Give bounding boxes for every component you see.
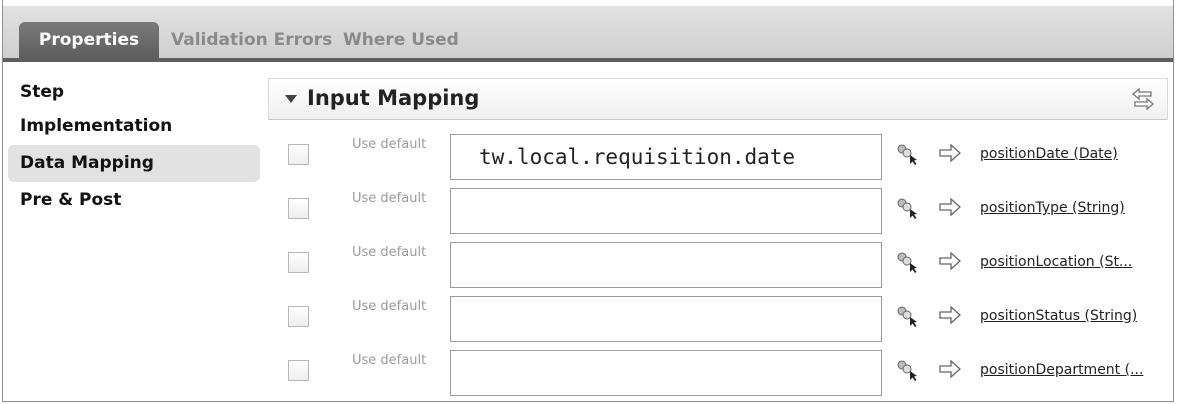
use-default-label: Use default	[352, 137, 427, 152]
chevron-down-icon[interactable]	[285, 95, 297, 103]
use-default-label: Use default	[352, 191, 427, 206]
mapping-row: Use default positionStatus (String)	[268, 296, 1168, 350]
mapping-row: Use default positionLocation (St...	[268, 242, 1168, 296]
tab-bar-highlight	[3, 0, 1173, 6]
input-mapping-header[interactable]: Input Mapping	[268, 78, 1168, 120]
arrow-right-icon	[939, 197, 961, 217]
target-variable-link[interactable]: positionDepartment (...	[980, 362, 1143, 378]
expression-input[interactable]: tw.local.requisition.date	[450, 134, 882, 180]
expression-input[interactable]	[450, 350, 882, 396]
expression-input[interactable]	[450, 188, 882, 234]
variable-picker-icon[interactable]	[894, 304, 920, 328]
target-variable-link[interactable]: positionLocation (St...	[980, 254, 1132, 270]
arrow-right-icon	[939, 359, 961, 379]
expression-input[interactable]	[450, 296, 882, 342]
variable-picker-icon[interactable]	[894, 142, 920, 166]
arrow-right-icon	[939, 305, 961, 325]
sidebar-item-pre-post[interactable]: Pre & Post	[8, 182, 260, 219]
use-default-checkbox[interactable]	[288, 252, 309, 273]
variable-picker-icon[interactable]	[894, 196, 920, 220]
sidebar-item-data-mapping[interactable]: Data Mapping	[8, 145, 260, 182]
target-variable-link[interactable]: positionType (String)	[980, 200, 1125, 216]
variable-picker-icon[interactable]	[894, 250, 920, 274]
use-default-checkbox[interactable]	[288, 360, 309, 381]
tab-where-used[interactable]: Where Used	[343, 22, 459, 58]
tab-bar: Properties Validation Errors Where Used	[3, 0, 1173, 62]
tab-validation-errors[interactable]: Validation Errors	[171, 22, 332, 58]
sidebar-item-step[interactable]: Step	[8, 76, 260, 108]
expression-input[interactable]	[450, 242, 882, 288]
sync-arrows-icon[interactable]	[1129, 85, 1157, 113]
mapping-row: Use default positionType (String)	[268, 188, 1168, 242]
mapping-row: Use default positionDepartment (...	[268, 350, 1168, 404]
variable-picker-icon[interactable]	[894, 358, 920, 382]
arrow-right-icon	[939, 251, 961, 271]
sidebar: Step Implementation Data Mapping Pre & P…	[8, 76, 260, 219]
section-title: Input Mapping	[307, 86, 480, 110]
target-variable-link[interactable]: positionDate (Date)	[980, 146, 1118, 162]
arrow-right-icon	[939, 143, 961, 163]
use-default-label: Use default	[352, 245, 427, 260]
sidebar-item-implementation[interactable]: Implementation	[8, 108, 260, 145]
mapping-row: Use default tw.local.requisition.date po…	[268, 134, 1168, 188]
use-default-checkbox[interactable]	[288, 198, 309, 219]
use-default-checkbox[interactable]	[288, 306, 309, 327]
use-default-checkbox[interactable]	[288, 144, 309, 165]
use-default-label: Use default	[352, 299, 427, 314]
target-variable-link[interactable]: positionStatus (String)	[980, 308, 1137, 324]
tab-properties[interactable]: Properties	[19, 22, 159, 58]
use-default-label: Use default	[352, 353, 427, 368]
